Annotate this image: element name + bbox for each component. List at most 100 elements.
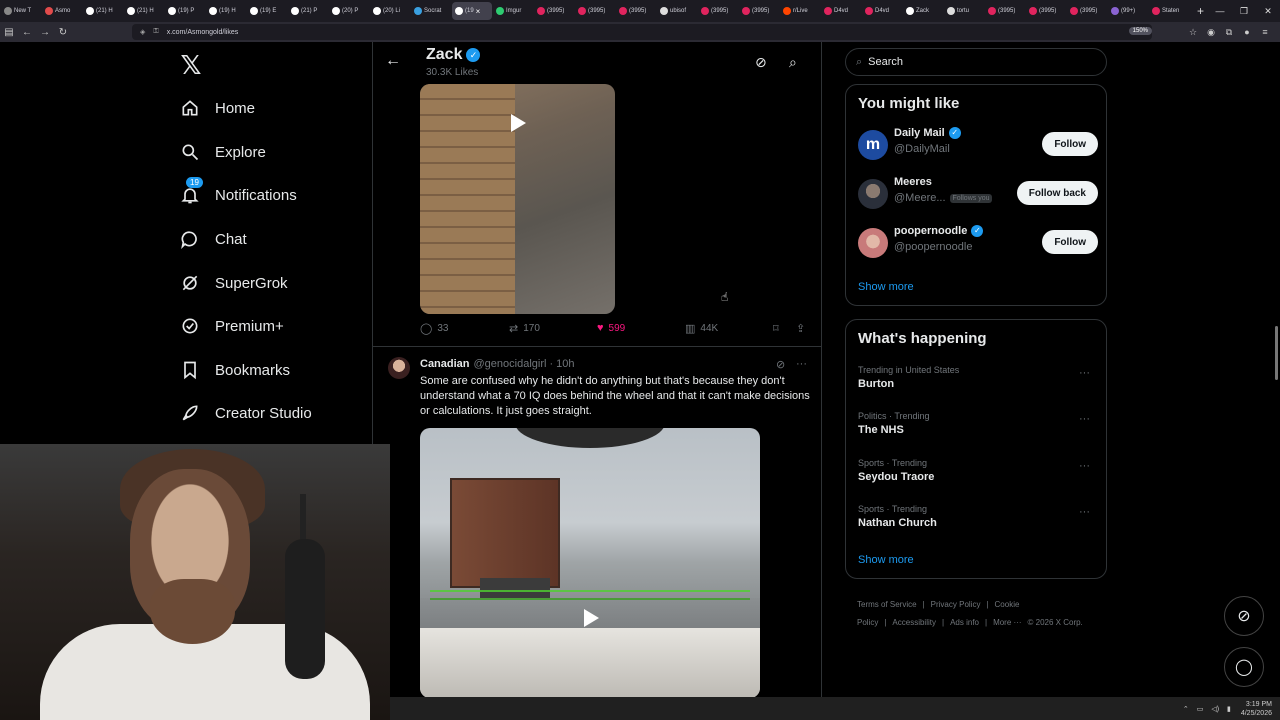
browser-tab[interactable]: D4vd — [821, 2, 861, 20]
play-icon[interactable] — [584, 609, 599, 627]
close-window-button[interactable]: ✕ — [1256, 6, 1280, 17]
chat-fab-button[interactable]: ◯ — [1224, 647, 1264, 687]
network-icon[interactable]: ▭ — [1197, 706, 1204, 713]
footer-link[interactable]: © 2026 X Corp. — [1028, 618, 1083, 627]
browser-tab[interactable]: (19) H — [206, 2, 246, 20]
user-name[interactable]: poopernoodle ✓ — [894, 225, 984, 237]
repost-button[interactable]: ⇄ 170 — [509, 322, 540, 335]
browser-tab[interactable]: (21) H — [124, 2, 164, 20]
trend-item[interactable]: Sports · Trending Nathan Church ··· — [858, 504, 1098, 538]
browser-tab[interactable]: D4vd — [862, 2, 902, 20]
follow-suggestion[interactable]: Meeres @Meere... Follows you Follow back — [858, 176, 1098, 212]
menu-icon[interactable]: ≡ — [1256, 27, 1274, 37]
browser-tab[interactable]: (99+) — [1108, 2, 1148, 20]
chevron-up-icon[interactable]: ⌃ — [1183, 706, 1189, 713]
x-logo-icon[interactable]: 𝕏 — [178, 52, 204, 78]
more-icon[interactable]: ··· — [1079, 413, 1090, 425]
follow-button[interactable]: Follow — [1042, 230, 1098, 254]
grok-icon[interactable]: ⊘ — [755, 54, 767, 71]
sidebar-toggle-icon[interactable]: ▤ — [0, 27, 18, 38]
footer-link[interactable]: Privacy Policy — [931, 600, 981, 609]
footer-link[interactable]: More ··· — [993, 618, 1021, 627]
trend-item[interactable]: Politics · Trending The NHS ··· — [858, 411, 1098, 445]
follow-back-button[interactable]: Follow back — [1016, 181, 1098, 205]
views-button[interactable]: ▥ 44K — [685, 322, 718, 335]
user-handle[interactable]: @DailyMail — [894, 143, 950, 155]
reload-icon[interactable]: ↻ — [54, 27, 72, 38]
browser-tab[interactable]: Asmo — [42, 2, 82, 20]
nav-premium[interactable]: Premium+ — [178, 311, 284, 341]
zoom-indicator[interactable]: 150% — [1128, 27, 1152, 35]
nav-chat[interactable]: Chat — [178, 224, 247, 254]
grok-fab-button[interactable]: ⊘ — [1224, 596, 1264, 636]
search-icon[interactable]: ⌕ — [789, 54, 797, 71]
bookmark-button[interactable]: ⌑ — [773, 322, 784, 335]
scrollbar[interactable] — [1275, 326, 1278, 380]
browser-tab[interactable]: (21) H — [83, 2, 123, 20]
video-thumbnail[interactable] — [420, 84, 615, 314]
nav-creator-studio[interactable]: Creator Studio — [178, 398, 312, 428]
more-icon[interactable]: ··· — [796, 358, 807, 370]
grok-icon[interactable]: ⊘ — [776, 358, 785, 371]
avatar[interactable] — [388, 357, 410, 379]
browser-tab[interactable]: Imgur — [493, 2, 533, 20]
user-name[interactable]: Daily Mail ✓ — [894, 127, 961, 139]
show-more-link[interactable]: Show more — [858, 281, 914, 293]
maximize-button[interactable]: ❐ — [1232, 6, 1256, 17]
like-button[interactable]: ♥ 599 — [597, 322, 625, 334]
browser-tab[interactable]: Staten — [1149, 2, 1189, 20]
browser-tab[interactable]: (3995) — [698, 2, 738, 20]
more-icon[interactable]: ··· — [1079, 367, 1090, 379]
follow-suggestion[interactable]: poopernoodle ✓ @poopernoodle Follow — [858, 225, 1098, 261]
footer-link[interactable]: Accessibility — [892, 618, 936, 627]
browser-tab[interactable]: (20) P — [329, 2, 369, 20]
nav-supergrok[interactable]: SuperGrok — [178, 268, 288, 298]
browser-tab[interactable]: (3995) — [1067, 2, 1107, 20]
browser-tab[interactable]: New T — [1, 2, 41, 20]
trend-item[interactable]: Sports · Trending Seydou Traore ··· — [858, 458, 1098, 492]
browser-tab[interactable]: (3995) — [534, 2, 574, 20]
browser-tab[interactable]: ubisof — [657, 2, 697, 20]
footer-link[interactable]: Ads info — [950, 618, 979, 627]
browser-tab[interactable]: (21) P — [288, 2, 328, 20]
star-icon[interactable]: ☆ — [1184, 27, 1202, 38]
tab-close-icon[interactable]: × — [476, 7, 481, 16]
browser-tab[interactable]: (19 × — [452, 2, 492, 20]
back-arrow-icon[interactable]: ← — [385, 52, 401, 70]
nav-bookmarks[interactable]: Bookmarks — [178, 355, 290, 385]
battery-icon[interactable]: ▮ — [1227, 706, 1231, 713]
more-icon[interactable]: ··· — [1079, 460, 1090, 472]
browser-tab[interactable]: r/Live — [780, 2, 820, 20]
browser-tab[interactable]: (20) Li — [370, 2, 410, 20]
url-bar[interactable]: ◈ ⚿ x.com/Asmongold/likes 150% — [132, 24, 1152, 40]
share-button[interactable]: ⇪ — [796, 322, 810, 335]
clock[interactable]: 3:19 PM 4/25/2026 — [1241, 700, 1272, 718]
avatar[interactable] — [858, 179, 888, 209]
follow-suggestion[interactable]: m Daily Mail ✓ @DailyMail Follow — [858, 127, 1098, 163]
browser-tab[interactable]: (3995) — [616, 2, 656, 20]
video-thumbnail[interactable] — [420, 428, 760, 698]
browser-tab[interactable]: (3995) — [575, 2, 615, 20]
minimize-button[interactable]: — — [1208, 6, 1232, 16]
play-icon[interactable] — [511, 114, 526, 132]
reply-button[interactable]: ◯ 33 — [420, 322, 448, 335]
browser-tab[interactable]: tortu — [944, 2, 984, 20]
avatar[interactable] — [858, 228, 888, 258]
user-name[interactable]: Meeres — [894, 176, 932, 188]
search-input[interactable]: ⌕ Search — [845, 48, 1107, 76]
post-time[interactable]: · 10h — [549, 358, 574, 370]
browser-tab[interactable]: (3995) — [985, 2, 1025, 20]
new-tab-button[interactable]: + — [1197, 4, 1204, 18]
extension-icon[interactable]: ● — [1238, 27, 1256, 37]
follow-button[interactable]: Follow — [1042, 132, 1098, 156]
author-handle[interactable]: @genocidalgirl — [474, 358, 547, 370]
browser-tab[interactable]: (19) E — [247, 2, 287, 20]
browser-tab[interactable]: Socrat — [411, 2, 451, 20]
footer-link[interactable]: Terms of Service — [857, 600, 917, 609]
more-icon[interactable]: ··· — [1079, 506, 1090, 518]
user-handle[interactable]: @poopernoodle — [894, 241, 972, 253]
nav-home[interactable]: Home — [178, 93, 255, 123]
browser-tab[interactable]: (3995) — [1026, 2, 1066, 20]
nav-explore[interactable]: Explore — [178, 137, 266, 167]
browser-tab[interactable]: (3995) — [739, 2, 779, 20]
